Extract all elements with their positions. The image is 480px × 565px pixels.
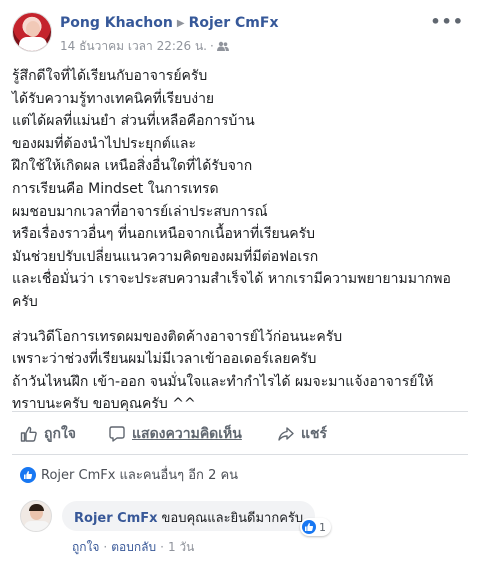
comment-bubble: Rojer CmFx ขอบคุณและยินดีมากครับ [62,501,316,531]
thumbs-up-icon [20,426,37,442]
reactions-summary-text: Rojer CmFx และคนอื่นๆ อีก 2 คน [41,468,239,483]
like-button[interactable]: ถูกใจ [20,423,76,445]
arrow-right-icon: ▶ [176,18,185,29]
comment-action-separator: · [103,540,108,554]
divider-bottom [12,454,468,455]
post-body-line: มันช่วยปรับเปลี่ยนแนวความคิดของผมที่มีต่… [12,248,319,265]
post-body-line: เพราะว่าช่วงที่เรียนผมไม่มีเวลาเข้าออเดอ… [12,351,317,368]
author-name-link[interactable]: Pong Khachon [60,15,173,31]
post-header: Pong Khachon ▶ Rojer CmFx 14 ธันวาคม เวลา … [12,12,468,56]
post-paragraph-1: รู้สึกดีใจที่ได้เรียนกับอาจารย์ครับได้รั… [12,65,472,314]
post-body-line: ถ้าวันไหนฝึก เข้า-ออก จนมั่นใจและทำกำไรไ… [12,373,434,390]
like-reaction-icon [302,520,316,534]
comment-text: ขอบคุณและยินดีมากครับ [161,511,304,526]
comment-time[interactable]: 1 วัน [168,540,194,554]
share-arrow-icon [278,427,294,441]
post-body-line: และเชื่อมั่นว่า เราจะประสบความสำเร็จได้ … [12,271,451,288]
commenter-avatar-shirt [24,521,50,531]
post-body-line: ฝึกใช้ให้เกิดผล เหนือสิ่งอื่นใดที่ได้รับ… [12,158,253,175]
post-body-line: หรือเรื่องราวอื่นๆ ที่นอกเหนือจากเนื้อหา… [12,226,316,243]
post-body-line: ของผมที่ต้องนำไปประยุกต์และ [12,135,196,152]
comment-item: Rojer CmFx ขอบคุณและยินดีมากครับ 1 ถูกใจ ·… [20,498,468,558]
divider-top [12,411,468,412]
post-body-line: ทราบนะครับ ขอบคุณครับ ^^ [12,396,196,413]
post-body-line: แต่ได้ผลที่แม่นยำ ส่วนที่เหลือคือการบ้าน [12,113,255,130]
share-label: แชร์ [301,426,328,442]
post-body-line: ผมชอบมากเวลาที่อาจารย์เล่าประสบการณ์ [12,203,268,220]
post-body-line: การเรียนคือ Mindset ในการเทรด [12,180,219,197]
post-body-line: ส่วนวิดีโอการเทรดผมของติดค้างอาจารย์ไว้ก… [12,328,343,345]
comment-label: แสดงความคิดเห็น [132,426,242,442]
post-body-line: ครับ [12,293,38,310]
more-options-icon[interactable]: ••• [430,12,464,31]
recipient-name-link[interactable]: Rojer CmFx [189,15,279,31]
comment-actions: ถูกใจ · ตอบกลับ · 1 วัน [72,538,194,557]
avatar-shirt [19,37,47,51]
like-reaction-icon [20,466,36,483]
avatar-face [26,21,40,37]
commenter-avatar[interactable] [20,500,52,532]
share-button[interactable]: แชร์ [277,423,327,445]
author-avatar[interactable] [12,12,52,52]
comment-author-link[interactable]: Rojer CmFx [74,511,158,526]
post-names: Pong Khachon ▶ Rojer CmFx [60,15,279,31]
comment-action-separator: · [160,540,164,554]
post-paragraph-2: ส่วนวิดีโอการเทรดผมของติดค้างอาจารย์ไว้ก… [12,326,472,416]
commenter-avatar-hair [29,504,44,511]
post-body-line: ได้รับความรู้ทางเทคนิคที่เรียบง่าย [12,90,215,107]
comment-like-link[interactable]: ถูกใจ [72,540,99,554]
comment-button[interactable]: แสดงความคิดเห็น [108,423,242,445]
comment-reaction-count[interactable]: 1 [300,518,331,536]
reactions-summary[interactable]: Rojer CmFx และคนอื่นๆ อีก 2 คน [20,464,238,485]
post-timestamp[interactable]: 14 ธันวาคม เวลา 22:26 น. [60,39,207,53]
meta-separator: · [210,39,214,53]
like-label: ถูกใจ [44,426,76,442]
comment-icon [109,426,125,442]
post-card: Pong Khachon ▶ Rojer CmFx 14 ธันวาคม เวลา … [0,0,480,565]
comment-reply-link[interactable]: ตอบกลับ [111,540,156,554]
post-body: รู้สึกดีใจที่ได้เรียนกับอาจารย์ครับได้รั… [12,65,472,416]
comment-reaction-number: 1 [319,520,326,534]
post-body-line: รู้สึกดีใจที่ได้เรียนกับอาจารย์ครับ [12,68,208,84]
friends-icon[interactable] [216,40,229,51]
post-meta: 14 ธันวาคม เวลา 22:26 น. · [60,37,229,56]
post-actions-bar: ถูกใจ แสดงความคิดเห็น แชร์ [12,421,468,451]
